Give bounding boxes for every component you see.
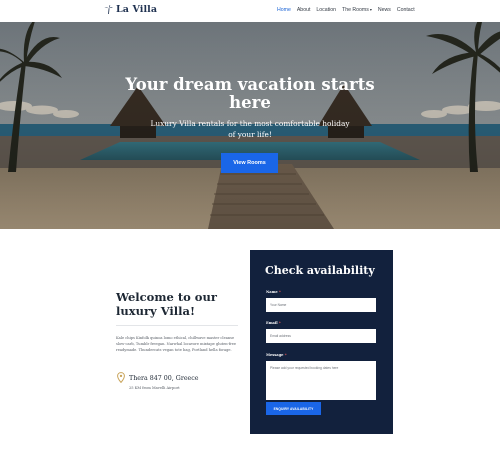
name-field-placeholder: Your Name xyxy=(270,303,287,307)
palm-logo-icon xyxy=(104,5,113,14)
email-label-text: Email xyxy=(266,321,278,325)
main-nav: Home About Location The Rooms▾ News Cont… xyxy=(277,7,415,13)
hero-subtitle: Luxury Villa rentals for the most comfor… xyxy=(150,119,350,139)
location-subtitle: 25 KM from Mavelli Airport xyxy=(129,386,180,390)
required-asterisk: * xyxy=(278,290,281,294)
site-header: La Villa Home About Location The Rooms▾ … xyxy=(0,0,500,22)
divider xyxy=(116,325,238,326)
email-label: Email * xyxy=(266,321,281,325)
nav-item-contact[interactable]: Contact xyxy=(397,7,415,13)
name-label: Name * xyxy=(266,290,281,294)
message-label-text: Message xyxy=(266,353,284,357)
welcome-body-text: Kale chips Kinfolk quinoa lomo ethical, … xyxy=(116,336,237,353)
hero-section: Your dream vacation starts here Luxury V… xyxy=(0,22,500,229)
enquiry-availability-button[interactable]: ENQUIRY AVAILABILITY xyxy=(266,402,321,415)
location-title: Thera 847 00, Greece xyxy=(129,375,199,382)
brand-name: La Villa xyxy=(116,4,158,15)
chevron-down-icon: ▾ xyxy=(369,7,372,12)
logo[interactable]: La Villa xyxy=(104,4,157,15)
name-label-text: Name xyxy=(266,290,278,294)
nav-item-about[interactable]: About xyxy=(297,7,311,13)
hero-title: Your dream vacation starts here xyxy=(125,75,375,112)
location-pin-icon xyxy=(117,372,125,383)
welcome-title: Welcome to our luxury Villa! xyxy=(116,290,217,318)
nav-item-news[interactable]: News xyxy=(378,7,391,13)
nav-item-home[interactable]: Home xyxy=(277,7,291,13)
availability-title: Check availability xyxy=(265,264,375,277)
email-field[interactable]: Email address xyxy=(266,329,376,343)
name-field[interactable]: Your Name xyxy=(266,298,376,312)
required-asterisk: * xyxy=(284,353,287,357)
nav-item-the-rooms[interactable]: The Rooms▾ xyxy=(342,7,372,13)
message-field-placeholder: Please add your requested booking dates … xyxy=(270,366,339,370)
message-field[interactable]: Please add your requested booking dates … xyxy=(266,361,376,400)
view-rooms-button[interactable]: View Rooms xyxy=(221,153,278,173)
message-label: Message * xyxy=(266,353,287,357)
required-asterisk: * xyxy=(278,321,281,325)
email-field-placeholder: Email address xyxy=(270,334,291,338)
nav-item-the-rooms-label: The Rooms xyxy=(342,7,369,13)
nav-item-location[interactable]: Location xyxy=(316,7,336,13)
availability-card: Check availability Name * Your Name Emai… xyxy=(250,250,393,434)
